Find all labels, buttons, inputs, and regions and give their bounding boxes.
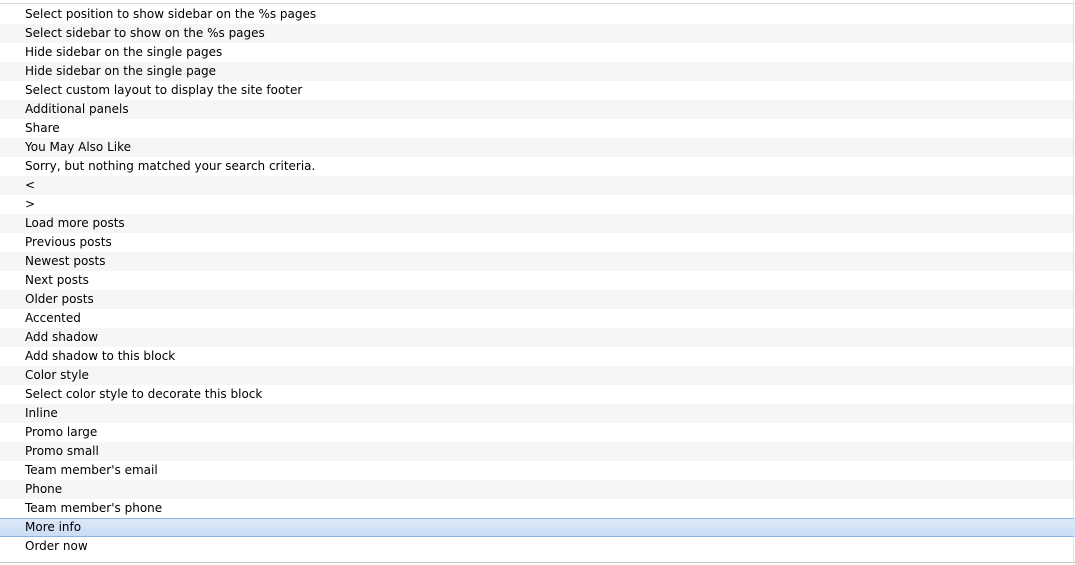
string-list-pane[interactable]: Select position to show sidebar on the %… <box>0 0 1075 565</box>
right-divider <box>1073 0 1074 565</box>
list-item[interactable]: Team member's phone <box>0 499 1075 518</box>
list-item[interactable]: Sorry, but nothing matched your search c… <box>0 157 1075 176</box>
list-item[interactable]: Inline <box>0 404 1075 423</box>
list-item[interactable]: Select color style to decorate this bloc… <box>0 385 1075 404</box>
list-item[interactable]: Order now <box>0 537 1075 556</box>
list-item[interactable]: Load more posts <box>0 214 1075 233</box>
list-item[interactable]: Select position to show sidebar on the %… <box>0 5 1075 24</box>
list-item[interactable]: Older posts <box>0 290 1075 309</box>
list-item[interactable]: Color style <box>0 366 1075 385</box>
list-item[interactable]: Team member's email <box>0 461 1075 480</box>
list-item[interactable]: You May Also Like <box>0 138 1075 157</box>
list-item[interactable]: Share <box>0 119 1075 138</box>
list-item[interactable]: Phone <box>0 480 1075 499</box>
list-item[interactable]: > <box>0 195 1075 214</box>
list-item[interactable]: Next posts <box>0 271 1075 290</box>
bottom-divider <box>0 562 1075 563</box>
list-item[interactable]: Promo small <box>0 442 1075 461</box>
list-item[interactable]: Accented <box>0 309 1075 328</box>
list-item[interactable]: Select custom layout to display the site… <box>0 81 1075 100</box>
list-item[interactable]: Promo large <box>0 423 1075 442</box>
string-list[interactable]: Select position to show sidebar on the %… <box>0 5 1075 556</box>
top-divider <box>0 3 1075 4</box>
list-item[interactable]: Add shadow to this block <box>0 347 1075 366</box>
list-item-selected[interactable]: More info <box>0 518 1075 537</box>
list-item[interactable]: Previous posts <box>0 233 1075 252</box>
list-item[interactable]: Newest posts <box>0 252 1075 271</box>
list-item[interactable]: Additional panels <box>0 100 1075 119</box>
list-item[interactable]: Add shadow <box>0 328 1075 347</box>
list-item[interactable]: Select sidebar to show on the %s pages <box>0 24 1075 43</box>
list-item[interactable]: Hide sidebar on the single page <box>0 62 1075 81</box>
list-item[interactable]: < <box>0 176 1075 195</box>
list-item[interactable]: Hide sidebar on the single pages <box>0 43 1075 62</box>
